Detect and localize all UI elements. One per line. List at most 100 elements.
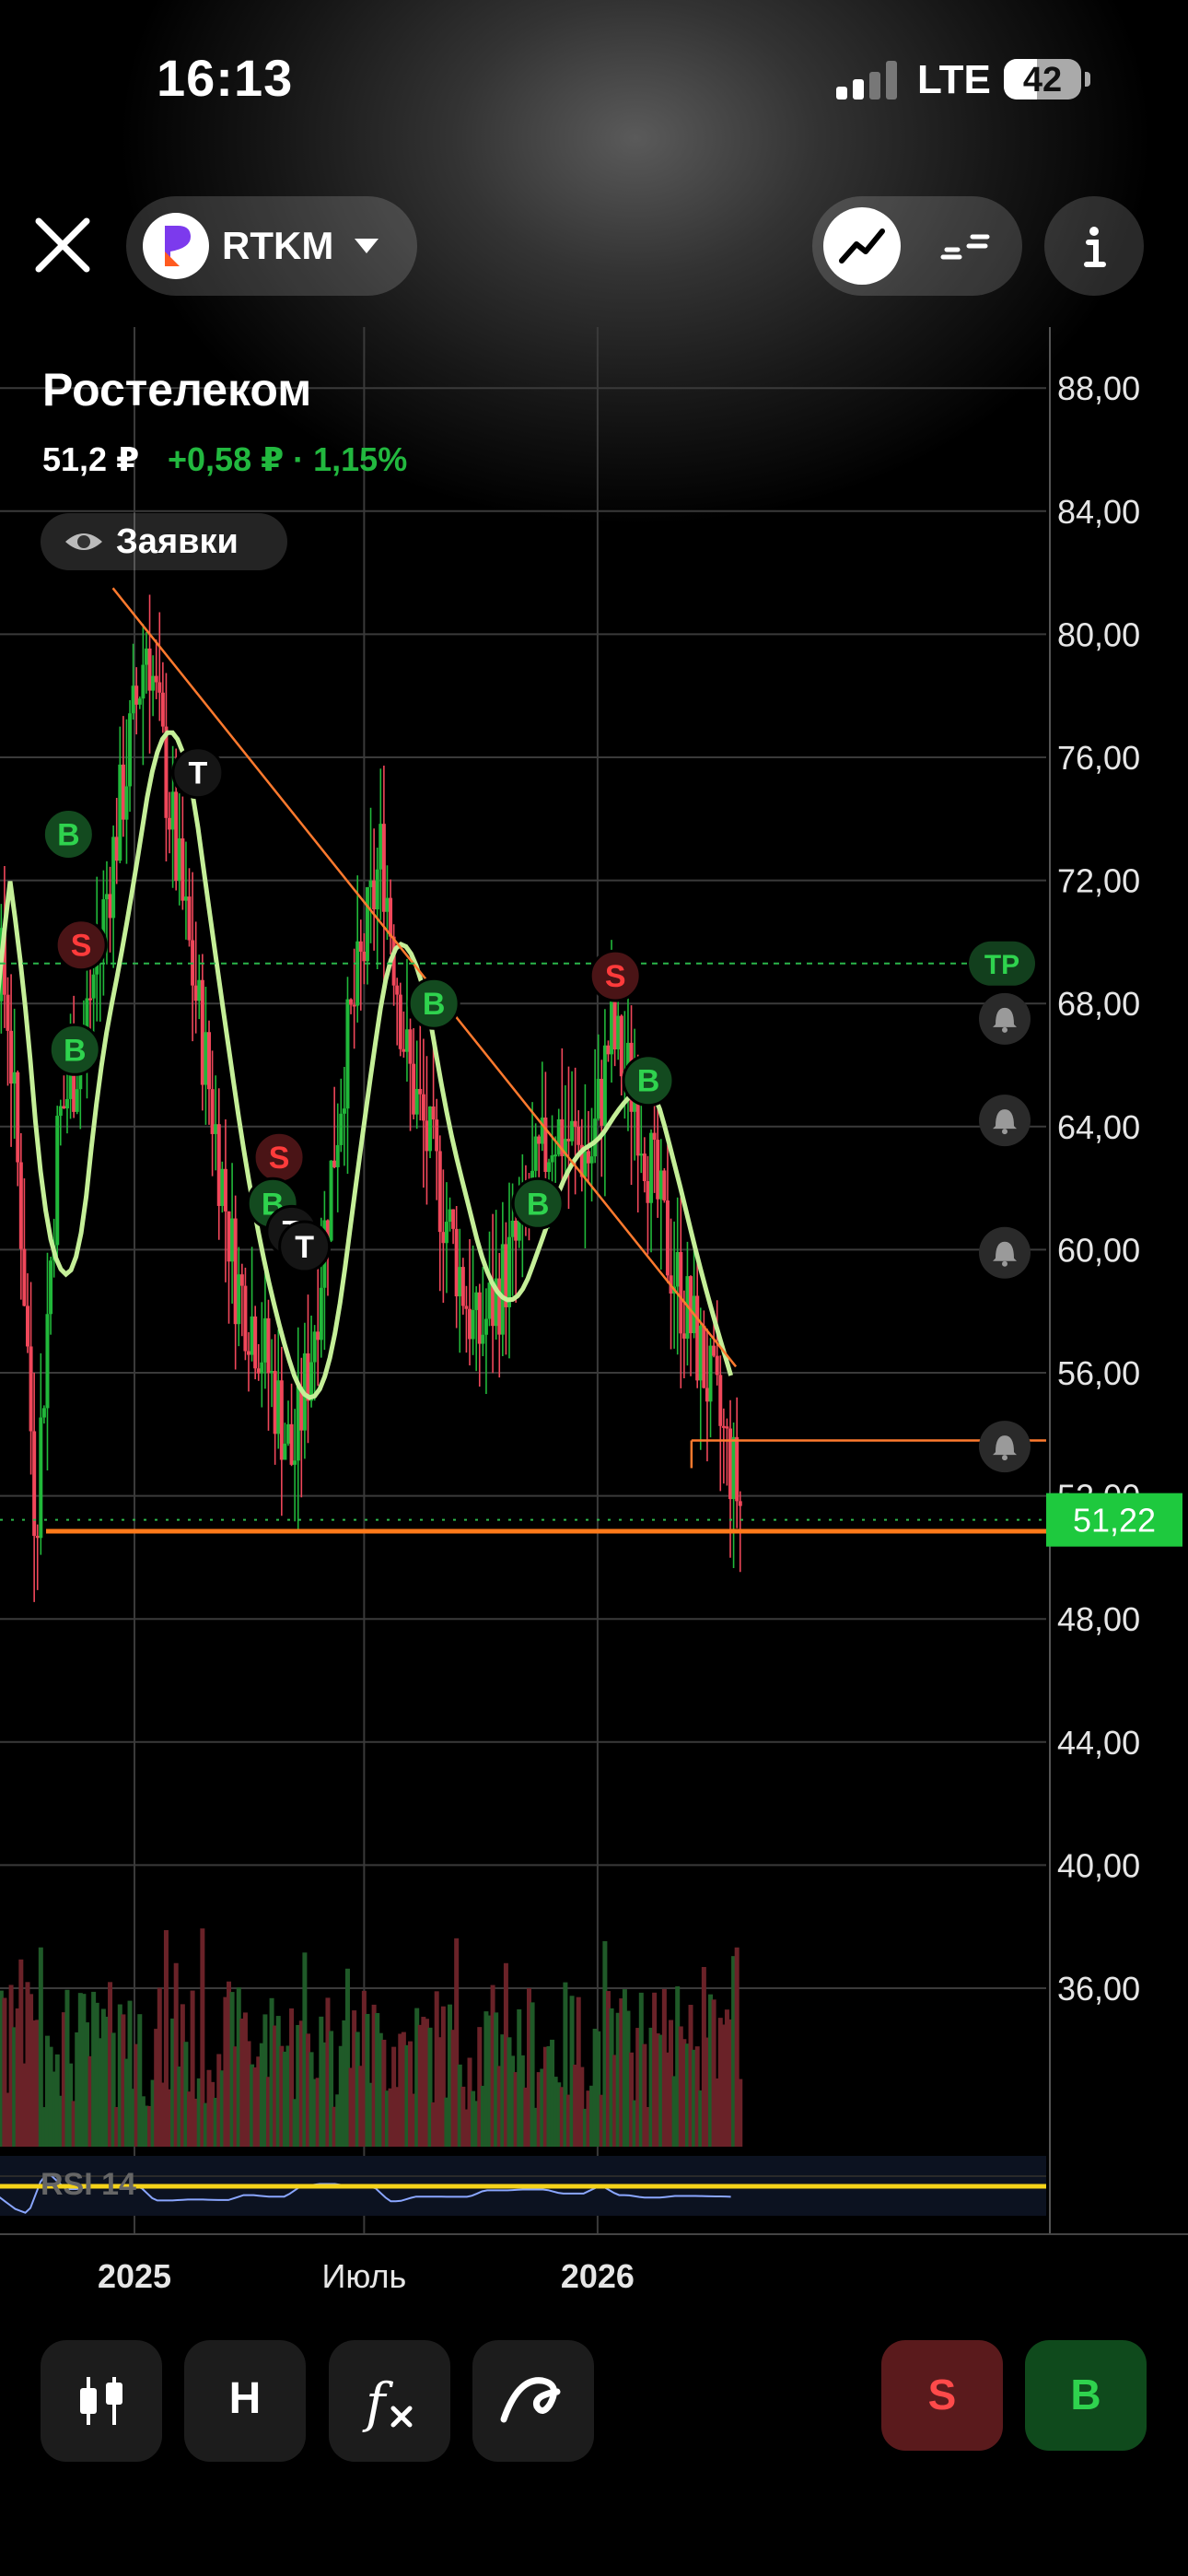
candle-body	[389, 897, 393, 937]
candle-body	[715, 1355, 719, 1376]
candle-body	[738, 1501, 742, 1506]
bell-clapper	[1002, 1026, 1007, 1033]
drawing-button[interactable]	[472, 2340, 594, 2462]
y-tick-label: 88,00	[1057, 369, 1140, 407]
candle-body	[481, 1334, 485, 1344]
candle-body	[546, 1162, 551, 1172]
candle-body	[372, 880, 377, 910]
candle-body	[514, 1220, 518, 1241]
candle-body	[262, 1317, 267, 1363]
candle-body	[385, 897, 390, 912]
sell-label: S	[927, 2371, 957, 2418]
close-icon	[35, 217, 90, 273]
indicator-h-button[interactable]: H	[184, 2340, 306, 2462]
y-tick-label: 48,00	[1057, 1600, 1140, 1638]
ticker-selector[interactable]: RTKM	[126, 196, 417, 296]
candle-body	[273, 1371, 277, 1434]
candle-body	[276, 1380, 281, 1434]
price-change: +0,58 ₽ · 1,15%	[168, 440, 408, 478]
candle-body	[553, 1154, 558, 1157]
candle-body	[487, 1282, 492, 1319]
candle-body	[124, 786, 129, 820]
candle-body	[460, 1267, 465, 1306]
trade-marker-s: S	[54, 919, 108, 972]
candle-body	[349, 999, 354, 1005]
candle-body	[237, 1274, 241, 1325]
candle-body	[345, 999, 350, 1109]
candle-body	[296, 1386, 300, 1461]
candle-body	[164, 726, 169, 818]
line-mode-button[interactable]	[823, 207, 901, 285]
orders-button[interactable]: Заявки	[41, 513, 287, 570]
candle-body	[121, 764, 125, 820]
candle-body	[75, 1089, 79, 1112]
candle-body	[381, 824, 386, 912]
candle-body	[728, 1428, 733, 1500]
candle-body	[395, 985, 400, 995]
indicators-button[interactable]: f	[329, 2340, 450, 2462]
candle-body	[193, 985, 198, 1001]
candle-body	[402, 1048, 406, 1052]
candle-body	[352, 1004, 356, 1007]
candle-body	[425, 1120, 429, 1152]
candle-body	[675, 1252, 680, 1287]
candle-body	[708, 1345, 713, 1402]
bell-icon	[979, 1421, 1031, 1473]
x-tick-label: Июль	[321, 2257, 406, 2295]
candle-body	[437, 1151, 442, 1233]
tp-label: TP	[984, 950, 1019, 980]
candle-body	[500, 1244, 505, 1335]
candle-body	[316, 1331, 320, 1341]
trade-marker-b: B	[41, 808, 95, 861]
status-bar: 16:13 LTE 42	[0, 0, 1188, 166]
candle-body	[435, 1119, 439, 1152]
candle-body	[649, 1132, 654, 1203]
candle-body	[64, 1098, 69, 1109]
candle-body	[243, 1285, 248, 1352]
status-time: 16:13	[157, 49, 294, 107]
candle-body	[29, 1346, 33, 1432]
buy-button[interactable]: B	[1025, 2340, 1147, 2451]
chart-type-button[interactable]	[41, 2340, 162, 2462]
close-button[interactable]	[26, 208, 99, 282]
last-price-label: 51,22	[1073, 1502, 1156, 1540]
ticker-symbol: RTKM	[222, 224, 334, 267]
candle-body	[454, 1228, 459, 1297]
trade-marker-b: B	[407, 977, 460, 1030]
candle-body	[332, 1160, 337, 1167]
candle-body	[204, 1032, 208, 1085]
sell-button[interactable]: S	[881, 2340, 1003, 2451]
candle-body	[639, 1153, 644, 1156]
candle-body	[183, 896, 188, 901]
candle-body	[118, 764, 122, 861]
function-icon: f	[362, 2371, 413, 2434]
candle-body	[652, 1132, 657, 1141]
candle-body	[285, 1423, 290, 1444]
candle-body	[474, 1292, 479, 1310]
candle-body	[177, 837, 181, 881]
candle-body	[207, 1032, 212, 1090]
candle-body	[358, 941, 363, 952]
candle-body	[556, 1118, 561, 1155]
candle-body	[25, 1306, 29, 1347]
candle-body	[134, 685, 139, 705]
trade-marker-s: S	[588, 949, 642, 1002]
candle-body	[62, 1106, 66, 1109]
candle-mode-button[interactable]	[932, 213, 998, 279]
candle-body	[289, 1423, 294, 1465]
candle-body	[223, 1168, 227, 1212]
candles-icon	[940, 234, 990, 260]
candle-body	[283, 1443, 287, 1460]
candle-body	[256, 1368, 261, 1374]
candle-body	[448, 1209, 452, 1223]
info-button[interactable]	[1044, 196, 1144, 296]
y-tick-label: 68,00	[1057, 985, 1140, 1023]
rostelecom-logo	[143, 213, 209, 279]
info-icon	[1084, 227, 1106, 267]
marker-label: B	[57, 818, 80, 853]
candle-body	[616, 1015, 621, 1050]
candle-body	[55, 1116, 60, 1246]
price-chart[interactable]: 92,0088,0084,0080,0076,0072,0068,0064,00…	[0, 327, 1188, 2303]
battery-icon: 42	[1004, 59, 1081, 100]
y-tick-label: 36,00	[1057, 1970, 1140, 2008]
